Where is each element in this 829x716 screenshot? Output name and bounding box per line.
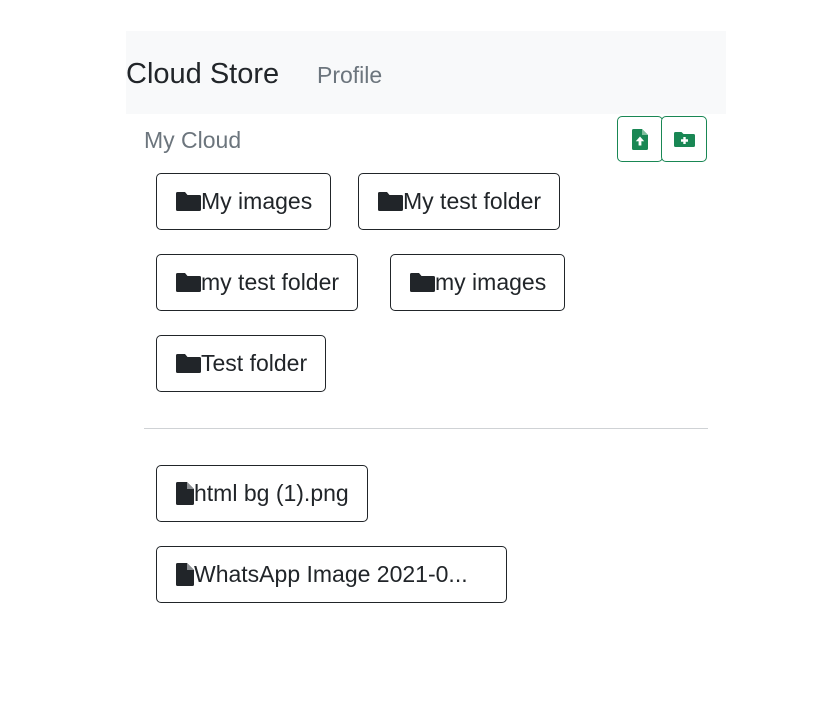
folder-name: My images: [201, 188, 313, 214]
file-button[interactable]: WhatsApp Image 2021-0...: [156, 546, 507, 603]
folder-button[interactable]: My test folder: [358, 173, 561, 230]
nav-link-profile[interactable]: Profile: [317, 61, 382, 89]
folder-name: Test folder: [201, 350, 308, 376]
folder-icon: [410, 273, 435, 292]
folder-button[interactable]: My images: [156, 173, 332, 230]
page: Cloud Store Profile My Cloud My images M…: [0, 0, 829, 716]
folder-icon: [176, 273, 201, 292]
folder-name: my test folder: [201, 269, 340, 295]
file-name: html bg (1).png: [194, 480, 349, 506]
folder-name: my images: [435, 269, 547, 295]
file-icon: [176, 563, 194, 586]
folder-button[interactable]: Test folder: [156, 335, 327, 392]
upload-file-button[interactable]: [617, 116, 663, 162]
folder-button[interactable]: my test folder: [156, 254, 359, 311]
divider: [144, 428, 708, 429]
brand-link[interactable]: Cloud Store: [126, 56, 279, 92]
folder-name: My test folder: [403, 188, 542, 214]
folder-icon: [176, 354, 201, 373]
folder-plus-icon: [673, 131, 695, 147]
folder-icon: [176, 192, 201, 211]
file-name: WhatsApp Image 2021-0...: [194, 561, 468, 587]
file-button[interactable]: html bg (1).png: [156, 465, 368, 522]
file-upload-icon: [632, 128, 648, 150]
new-folder-button[interactable]: [661, 116, 707, 162]
navbar: Cloud Store Profile: [126, 31, 726, 114]
file-icon: [176, 482, 194, 505]
folder-icon: [378, 192, 403, 211]
folder-button[interactable]: my images: [390, 254, 566, 311]
page-title: My Cloud: [144, 127, 242, 153]
